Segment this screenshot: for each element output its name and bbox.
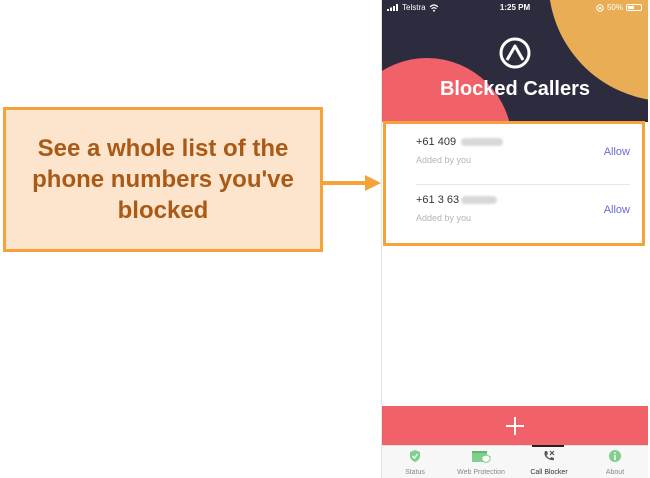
tab-label: Call Blocker (530, 469, 568, 476)
phone-number-text: +61 3 63 (416, 194, 460, 206)
tab-about[interactable]: About (582, 446, 648, 478)
battery-percent: 50% (606, 3, 623, 12)
tab-label: Web Protection (457, 469, 505, 476)
header: Blocked Callers (382, 0, 648, 122)
arrow-right-icon (323, 175, 381, 191)
battery-level (628, 6, 634, 9)
info-icon (609, 450, 621, 462)
plus-icon (506, 416, 524, 435)
phone-number: +61 3 63 (416, 194, 498, 206)
tab-label: About (605, 469, 625, 476)
shield-check-icon (410, 450, 420, 462)
phone-blocked-icon (544, 450, 555, 461)
tab-web-protection[interactable]: Web Protection (448, 446, 514, 478)
tab-status[interactable]: Status (382, 446, 448, 478)
redacted-digits (461, 138, 504, 146)
allow-button[interactable]: Allow (604, 146, 630, 158)
allow-button[interactable]: Allow (604, 204, 630, 216)
page-title: Blocked Callers (439, 78, 591, 100)
blocked-callers-list: +61 409 Added by you Allow +61 3 63 Adde… (383, 121, 645, 246)
added-by-label: Added by you (416, 213, 472, 223)
list-item: +61 3 63 Added by you Allow (386, 186, 642, 242)
divider (416, 184, 630, 185)
redacted-digits (461, 196, 498, 204)
annotation-callout: See a whole list of the phone numbers yo… (3, 107, 323, 252)
list-item: +61 409 Added by you Allow (386, 128, 642, 185)
orientation-lock-icon (596, 3, 604, 12)
phone-screen: Blocked Callers Telstra 1:25 PM 50% +61 … (381, 0, 648, 478)
tab-label: Status (405, 469, 425, 476)
phone-number-text: +61 409 (416, 136, 457, 148)
tab-call-blocker[interactable]: Call Blocker (516, 446, 582, 478)
avast-logo-icon (499, 37, 531, 69)
tab-bar: Status Web Protection Call Blocker About (382, 445, 648, 478)
added-by-label: Added by you (416, 155, 472, 165)
status-bar: Telstra 1:25 PM 50% (382, 0, 648, 16)
callout-text: See a whole list of the phone numbers yo… (32, 135, 294, 224)
phone-number: +61 409 (416, 136, 504, 148)
decorative-blob-yellow (546, 0, 648, 121)
add-number-button[interactable] (382, 406, 648, 445)
browser-shield-icon (472, 451, 491, 464)
battery-icon (626, 4, 642, 11)
